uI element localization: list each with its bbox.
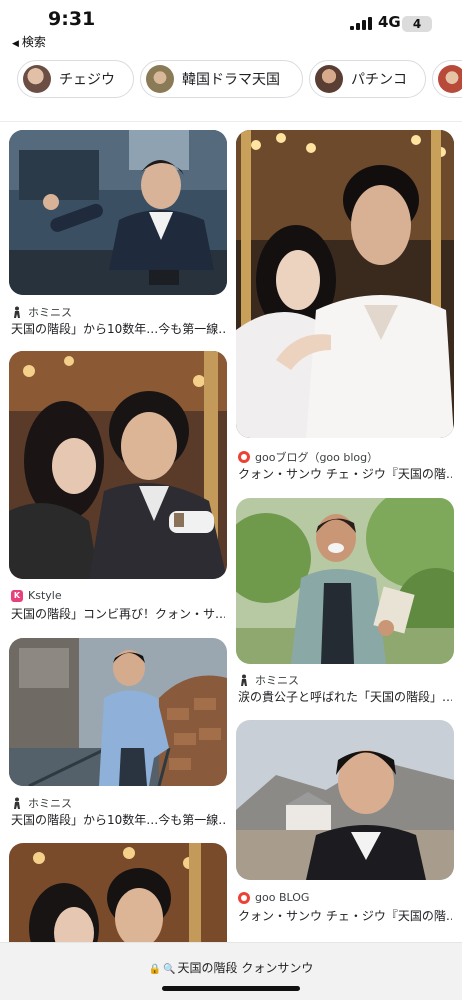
back-to-app-button[interactable]: ◀ 検索 xyxy=(12,33,46,50)
result-card[interactable] xyxy=(9,843,227,963)
chip-chejiu[interactable]: チェジウ xyxy=(17,60,134,98)
source-name: goo BLOG xyxy=(255,891,310,904)
battery-icon: 4 xyxy=(402,16,432,32)
person-icon xyxy=(11,797,23,809)
result-card[interactable]: goo BLOG クォン・サンウ チェ・ジウ『天国の階… xyxy=(236,720,454,930)
source-name: ホミニス xyxy=(28,797,72,810)
result-card[interactable]: ホミニス 天国の階段」から10数年…今も第一線… xyxy=(9,130,227,340)
result-source: K Kstyle xyxy=(11,589,62,602)
result-source: ホミニス xyxy=(11,304,72,320)
source-name: ホミニス xyxy=(255,674,299,687)
browser-address-bar[interactable]: 🔒 🔍 天国の階段 クォンサンウ xyxy=(0,942,462,1000)
result-source: goo BLOG xyxy=(238,891,309,904)
url-field[interactable]: 🔒 🔍 天国の階段 クォンサンウ xyxy=(0,959,462,976)
chip-kankoku-drama-tengoku[interactable]: 韓国ドラマ天国 xyxy=(140,60,303,98)
source-name: gooブログ（goo blog） xyxy=(255,451,379,464)
back-triangle-icon: ◀ xyxy=(12,39,19,49)
search-icon: 🔍 xyxy=(163,964,176,975)
chip-pachinko[interactable]: パチンコ xyxy=(309,60,426,98)
result-caption: 天国の階段」から10数年…今も第一線… xyxy=(11,813,225,827)
source-name: ホミニス xyxy=(28,306,72,319)
goo-icon xyxy=(238,451,250,463)
network-type: 4G xyxy=(378,13,401,31)
result-image[interactable] xyxy=(236,498,454,664)
result-source: ホミニス xyxy=(238,672,299,688)
lock-icon: 🔒 xyxy=(148,964,162,975)
result-image[interactable] xyxy=(9,351,227,579)
cellular-signal-icon xyxy=(350,17,372,30)
result-source: gooブログ（goo blog） xyxy=(238,449,378,465)
result-caption: 涙の貴公子と呼ばれた「天国の階段」… xyxy=(238,690,452,704)
chip-label: 韓国ドラマ天国 xyxy=(182,72,280,88)
result-image[interactable] xyxy=(9,638,227,786)
result-caption: クォン・サンウ チェ・ジウ『天国の階… xyxy=(238,467,452,481)
chip-avatar xyxy=(146,65,174,93)
result-caption: クォン・サンウ チェ・ジウ『天国の階… xyxy=(238,909,452,923)
source-name: Kstyle xyxy=(28,589,62,602)
result-card[interactable]: ホミニス 天国の階段」から10数年…今も第一線… xyxy=(9,638,227,830)
goo-icon xyxy=(238,891,250,904)
person-icon xyxy=(238,674,250,686)
kstyle-icon: K xyxy=(11,589,23,602)
result-image[interactable] xyxy=(9,130,227,295)
url-text: 天国の階段 クォンサンウ xyxy=(177,961,314,975)
status-bar: 9:31 ◀ 検索 4G 4 xyxy=(0,0,462,52)
result-caption: 天国の階段」コンビ再び！クォン・サ… xyxy=(11,607,225,621)
home-indicator[interactable] xyxy=(162,986,300,991)
related-search-chips: チェジウ 韓国ドラマ天国 パチンコ xyxy=(0,56,462,102)
result-card[interactable]: ホミニス 涙の貴公子と呼ばれた「天国の階段」… xyxy=(236,498,454,708)
person-icon xyxy=(11,306,23,318)
chip-avatar xyxy=(315,65,343,93)
status-time: 9:31 xyxy=(48,8,96,30)
divider xyxy=(0,121,462,122)
result-caption: 天国の階段」から10数年…今も第一線… xyxy=(11,322,225,336)
chip-avatar xyxy=(438,65,462,93)
result-card[interactable]: K Kstyle 天国の階段」コンビ再び！クォン・サ… xyxy=(9,351,227,625)
result-image[interactable] xyxy=(236,130,454,438)
back-app-label: 検索 xyxy=(21,35,46,49)
chip-label: パチンコ xyxy=(351,72,407,88)
chip-label: チェジウ xyxy=(59,72,115,88)
result-card[interactable]: gooブログ（goo blog） クォン・サンウ チェ・ジウ『天国の階… xyxy=(236,130,454,486)
chip-partial[interactable] xyxy=(432,60,462,98)
result-image[interactable] xyxy=(236,720,454,880)
chip-avatar xyxy=(23,65,51,93)
result-source: ホミニス xyxy=(11,795,72,811)
